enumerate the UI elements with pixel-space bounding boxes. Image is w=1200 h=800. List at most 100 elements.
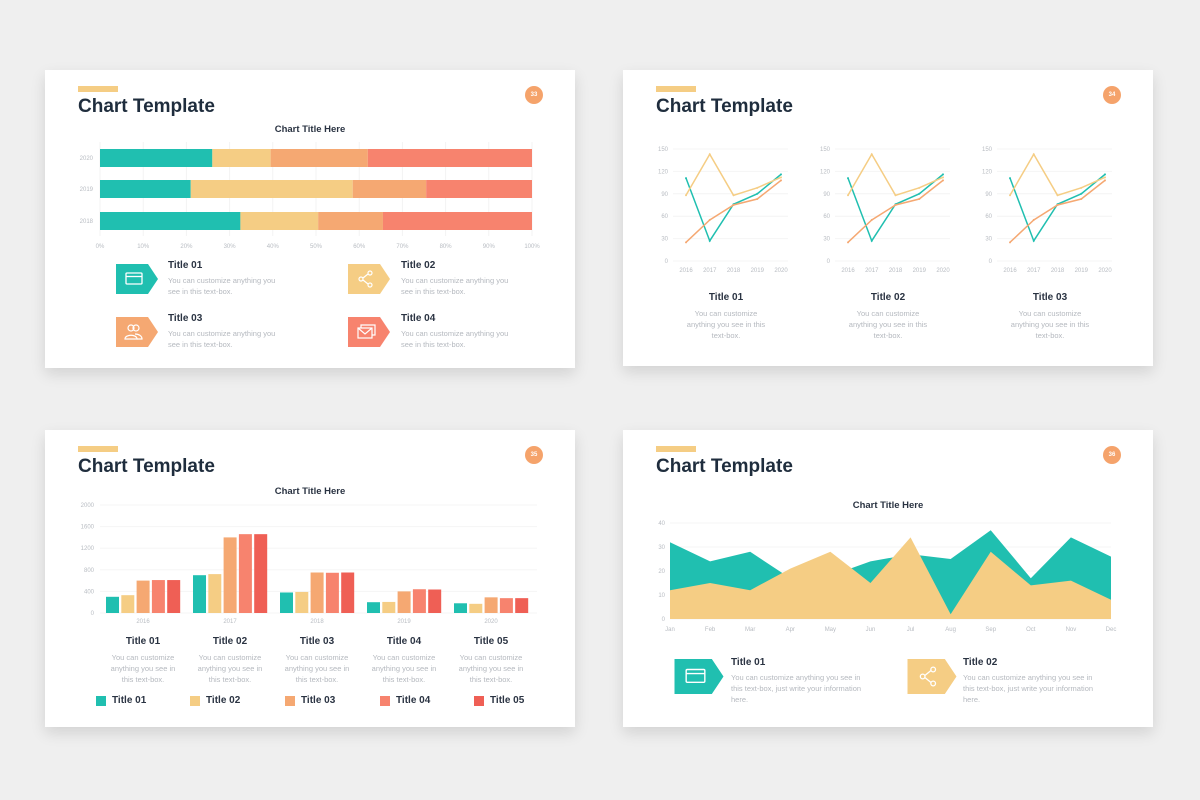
bar-segment	[100, 212, 241, 230]
slide-34[interactable]: Chart Template 34 0 30 60 90 120 150 2016 2017 2…	[623, 70, 1153, 366]
credit-card-icon	[674, 659, 724, 694]
info-title: Title 02	[212, 636, 248, 647]
x-tick-label: Jan	[665, 627, 675, 633]
data-point	[756, 198, 759, 201]
info-title: Title 01	[125, 636, 161, 647]
y-tick-label: 1600	[81, 525, 95, 531]
data-point	[1032, 239, 1035, 242]
info-text: You can customize anything you see in th…	[686, 309, 766, 340]
slide-35[interactable]: Chart Template 35 Chart Title Here 0 400 8…	[45, 430, 575, 727]
legend-item: Title 02	[190, 695, 240, 706]
bar	[208, 574, 222, 613]
data-point	[870, 153, 873, 156]
bar	[167, 580, 181, 613]
data-point	[870, 218, 873, 221]
y-tick-label: 2018	[80, 219, 94, 225]
y-tick-label: 0	[662, 617, 666, 623]
y-tick-label: 30	[658, 545, 665, 551]
y-tick-label: 60	[661, 214, 668, 220]
legend-label: Title 02	[206, 695, 241, 706]
slide-33[interactable]: Chart Template 33 Chart Title Here 0% 10%…	[45, 70, 575, 368]
data-point	[708, 239, 711, 242]
info-title: Title 04	[401, 313, 436, 324]
info-title: Title 01	[708, 292, 744, 303]
info-title: Title 01	[731, 657, 766, 668]
data-point	[780, 173, 782, 176]
bar	[397, 591, 411, 613]
x-tick-label: 2018	[310, 619, 324, 625]
x-tick-label: 2019	[1075, 268, 1089, 274]
line-series	[685, 179, 782, 243]
data-point	[708, 153, 711, 156]
legend-label: Title 03	[301, 695, 336, 706]
x-tick-label: 0%	[96, 244, 105, 250]
data-point	[847, 241, 849, 244]
info-text: You can customize anything you see in th…	[284, 653, 350, 684]
data-point	[780, 176, 782, 179]
x-tick-label: 2020	[484, 619, 498, 625]
legend-item: Title 01	[96, 695, 146, 706]
y-tick-label: 0	[91, 611, 95, 617]
bar	[238, 534, 252, 613]
line-series	[847, 179, 944, 243]
info-text: You can customize anything you see in th…	[963, 673, 1094, 704]
legend-swatch	[474, 695, 484, 706]
bar	[151, 580, 165, 613]
data-point	[942, 176, 944, 179]
legend-swatch	[190, 695, 200, 706]
data-point	[732, 204, 735, 206]
y-tick-label: 40	[658, 521, 665, 527]
y-tick-label: 90	[985, 192, 992, 198]
info-text: You can customize anything you see in th…	[458, 653, 524, 684]
bar-segment	[426, 180, 532, 198]
x-tick-label: 2017	[223, 619, 237, 625]
line-series	[1009, 179, 1106, 243]
legend-item: Title 03	[285, 695, 335, 706]
data-point	[732, 194, 735, 197]
legend-label: Title 01	[112, 695, 147, 706]
x-tick-label: 2020	[774, 268, 788, 274]
bar-segment	[367, 149, 532, 167]
info-text: You can customize anything you see in th…	[1010, 309, 1090, 340]
x-tick-label: 2017	[1027, 268, 1041, 274]
data-point	[1104, 173, 1106, 176]
y-tick-label: 2000	[81, 503, 95, 509]
x-tick-label: Aug	[945, 627, 956, 633]
x-tick-label: Mar	[745, 627, 755, 633]
data-point	[1080, 192, 1083, 195]
legend-swatch	[380, 695, 390, 706]
share-icon	[907, 659, 957, 694]
data-point	[1080, 186, 1083, 189]
bar-segment	[190, 180, 353, 198]
bar	[499, 598, 513, 613]
bar	[484, 597, 498, 613]
y-tick-label: 150	[658, 147, 669, 153]
y-tick-label: 90	[823, 192, 830, 198]
y-tick-label: 10	[658, 593, 665, 599]
data-point	[918, 192, 921, 195]
data-point	[847, 194, 849, 197]
bar	[254, 534, 268, 613]
data-point	[1009, 241, 1011, 244]
x-tick-label: 2019	[397, 619, 411, 625]
y-tick-label: 1200	[81, 546, 95, 552]
x-tick-label: Jun	[866, 627, 876, 633]
x-tick-label: 2017	[703, 268, 717, 274]
data-point	[1104, 179, 1106, 182]
bar-segment	[212, 149, 271, 167]
data-point	[894, 194, 897, 197]
x-tick-label: 2020	[936, 268, 950, 274]
bar-segment	[352, 180, 427, 198]
x-tick-label: 50%	[310, 244, 323, 250]
x-tick-label: Dec	[1106, 627, 1117, 633]
data-point	[756, 192, 759, 195]
slide-36[interactable]: Chart Template 36 Chart Title Here 0 10 20…	[623, 430, 1153, 727]
y-tick-label: 150	[982, 147, 993, 153]
x-tick-label: 2018	[889, 268, 903, 274]
x-tick-label: 2020	[1098, 268, 1112, 274]
bar	[121, 595, 135, 613]
data-point	[1009, 194, 1011, 197]
x-tick-label: 2017	[865, 268, 879, 274]
data-point	[756, 186, 759, 189]
x-tick-label: May	[825, 627, 836, 633]
